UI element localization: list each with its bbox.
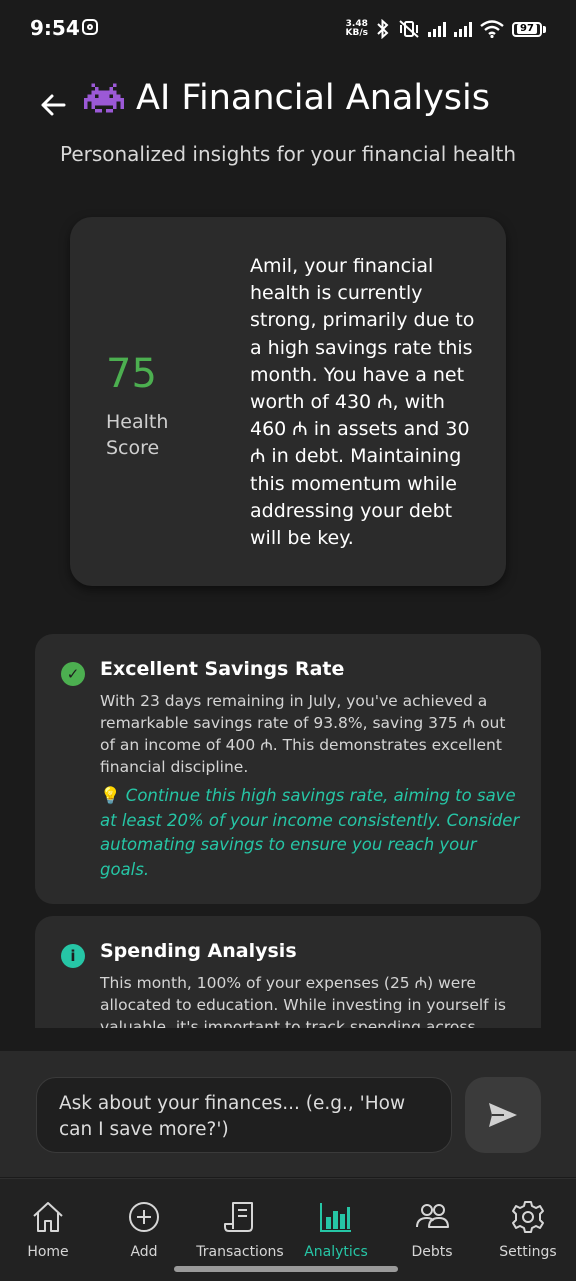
nav-label: Transactions [196, 1244, 284, 1260]
nav-settings[interactable]: Settings [480, 1199, 576, 1260]
insights-list[interactable]: ✓ Excellent Savings Rate With 23 days re… [0, 620, 576, 1028]
page-title: AI Financial Analysis [136, 78, 490, 118]
insight-card: i Spending Analysis This month, 100% of … [35, 916, 541, 1028]
status-time: 9:54 [30, 16, 80, 40]
battery-level: 97 [517, 24, 537, 34]
nav-transactions[interactable]: Transactions [192, 1199, 288, 1260]
nav-label: Add [130, 1244, 158, 1260]
chat-input[interactable]: Ask about your finances... (e.g., 'How c… [36, 1077, 452, 1153]
nav-add[interactable]: Add [96, 1199, 192, 1260]
title-row: AI Financial Analysis [84, 78, 490, 118]
nav-label: Debts [411, 1244, 453, 1260]
health-summary: Amil, your financial health is currently… [250, 255, 475, 550]
nav-debts[interactable]: Debts [384, 1199, 480, 1260]
check-circle-icon: ✓ [61, 662, 85, 686]
home-icon [33, 1202, 63, 1232]
signal-2-icon [454, 21, 472, 37]
add-circle-icon [129, 1202, 159, 1232]
health-score-value: 75 [106, 351, 157, 397]
bar-chart-icon [320, 1203, 351, 1232]
bluetooth-icon [377, 19, 389, 39]
send-icon [489, 1103, 517, 1127]
insight-tip-text: Continue this high savings rate, aiming … [100, 786, 520, 879]
insight-body: This month, 100% of your expenses (25 ₼)… [100, 974, 506, 1028]
wifi-icon [480, 20, 504, 38]
page-subtitle: Personalized insights for your financial… [59, 142, 517, 166]
network-speed: 3.48 KB/s [346, 20, 368, 38]
receipt-icon [224, 1202, 253, 1232]
nav-label: Home [27, 1244, 69, 1260]
lightbulb-icon: 💡 [100, 786, 121, 805]
vibrate-off-icon [399, 20, 419, 38]
health-score-card: 75 Health Score Amil, your financial hea… [70, 217, 506, 586]
network-speed-unit: KB/s [345, 28, 368, 38]
nav-label: Settings [499, 1244, 557, 1260]
send-button[interactable] [465, 1077, 541, 1153]
status-icons: 3.48 KB/s 97 [346, 16, 546, 42]
battery-icon: 97 [512, 21, 546, 37]
nav-analytics[interactable]: Analytics [288, 1199, 384, 1260]
status-bar: 9:54 3.48 KB/s 97 [0, 0, 576, 56]
insight-tip: 💡 Continue this high savings rate, aimin… [100, 784, 525, 882]
health-score-label: Health Score [106, 411, 169, 459]
back-arrow-icon[interactable] [38, 90, 68, 120]
insight-body: With 23 days remaining in July, you've a… [100, 692, 506, 776]
gear-icon [512, 1201, 544, 1233]
insight-title: Excellent Savings Rate [100, 658, 345, 680]
instagram-notification-icon [82, 19, 98, 35]
nav-home[interactable]: Home [0, 1199, 96, 1260]
insight-title: Spending Analysis [100, 940, 297, 962]
info-icon: i [61, 944, 85, 968]
chat-bar: Ask about your finances... (e.g., 'How c… [0, 1051, 576, 1177]
alien-monster-icon [84, 83, 124, 113]
home-indicator[interactable] [174, 1266, 398, 1272]
people-icon [416, 1204, 449, 1228]
signal-1-icon [428, 21, 446, 37]
insight-card: ✓ Excellent Savings Rate With 23 days re… [35, 634, 541, 904]
nav-label: Analytics [304, 1244, 368, 1260]
